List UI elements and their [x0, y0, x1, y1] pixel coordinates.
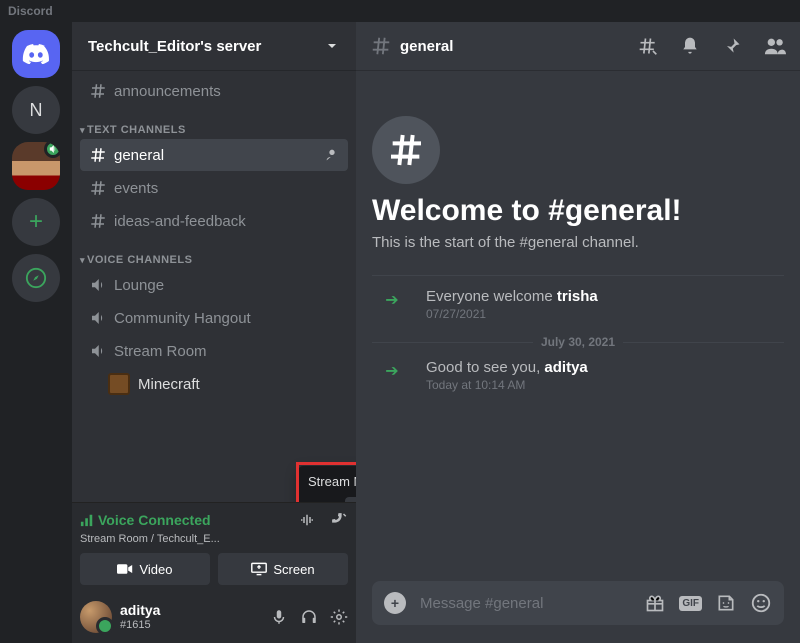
home-button[interactable]: [12, 30, 60, 78]
speaker-icon: [88, 342, 108, 360]
video-icon: [117, 563, 133, 575]
welcome-title: Welcome to #general!: [372, 194, 784, 228]
noise-suppression-button[interactable]: [298, 511, 316, 529]
hash-icon: [370, 35, 392, 57]
threads-icon: [638, 36, 658, 56]
voice-channel-lounge[interactable]: Lounge: [80, 269, 348, 301]
channel-announcements[interactable]: announcements: [80, 75, 348, 107]
hash-icon: [88, 212, 108, 230]
join-arrow-icon: ➔: [372, 288, 412, 310]
hash-icon: [88, 82, 108, 100]
mention-user[interactable]: trisha: [557, 288, 598, 305]
mute-button[interactable]: [270, 608, 288, 626]
speaker-icon: [88, 276, 108, 294]
emoji-icon: [750, 592, 772, 614]
hash-icon: [88, 179, 108, 197]
channel-sidebar: Techcult_Editor's server announcements ▾…: [72, 22, 356, 643]
speaking-badge-icon: [44, 142, 60, 158]
user-panel: aditya #1615: [72, 591, 356, 643]
screen-share-button[interactable]: Screen: [218, 553, 348, 585]
gift-icon: [645, 593, 665, 613]
server-rail: N +: [0, 22, 72, 643]
plus-icon: +: [391, 595, 399, 611]
chevron-down-icon: ▾: [80, 125, 85, 136]
channel-events[interactable]: events: [80, 172, 348, 204]
category-voice-channels[interactable]: ▾ VOICE CHANNELS: [72, 238, 356, 268]
members-icon: [764, 36, 786, 56]
timestamp: 07/27/2021: [426, 307, 598, 321]
speaker-icon: [88, 309, 108, 327]
chat-header: general: [356, 22, 800, 70]
explore-button[interactable]: [12, 254, 60, 302]
stream-game-button[interactable]: [345, 497, 356, 502]
members-button[interactable]: [764, 36, 786, 56]
join-arrow-icon: ➔: [372, 359, 412, 381]
add-server-button[interactable]: +: [12, 198, 60, 246]
date-divider: July 30, 2021: [372, 335, 784, 349]
video-button[interactable]: Video: [80, 553, 210, 585]
system-message: ➔ Everyone welcome trisha 07/27/2021: [372, 284, 784, 329]
pinned-button[interactable]: [722, 36, 742, 56]
message-list: Welcome to #general! This is the start o…: [356, 70, 800, 581]
gif-button[interactable]: GIF: [679, 596, 702, 611]
discord-logo-icon: [22, 44, 50, 64]
chevron-down-icon: [324, 38, 340, 54]
server-header[interactable]: Techcult_Editor's server: [72, 22, 356, 70]
gear-icon: [330, 608, 348, 626]
user-info[interactable]: aditya #1615: [120, 603, 262, 630]
user-avatar[interactable]: [80, 601, 112, 633]
mention-user[interactable]: aditya: [544, 359, 587, 376]
channel-general[interactable]: general: [80, 139, 348, 171]
system-message: ➔ Good to see you, aditya Today at 10:14…: [372, 355, 784, 400]
server-name: Techcult_Editor's server: [88, 38, 261, 55]
voice-channel-subtitle: Stream Room / Techcult_E...: [80, 533, 348, 545]
voice-status: Voice Connected: [80, 512, 211, 528]
voice-channel-stream-room[interactable]: Stream Room: [80, 335, 348, 367]
sticker-button[interactable]: [716, 593, 736, 613]
chevron-down-icon: ▾: [80, 255, 85, 266]
plus-icon: +: [29, 208, 43, 236]
welcome-subtitle: This is the start of the #general channe…: [372, 234, 784, 251]
timestamp: Today at 10:14 AM: [426, 378, 588, 392]
divider: [372, 275, 784, 276]
hash-icon: [386, 130, 426, 170]
notifications-button[interactable]: [680, 36, 700, 56]
channel-ideas-and-feedback[interactable]: ideas-and-feedback: [80, 205, 348, 237]
headphones-icon: [300, 608, 318, 626]
stream-popover-title: Stream Minecraft: [308, 474, 356, 489]
settings-button[interactable]: [330, 608, 348, 626]
app-title: Discord: [8, 4, 53, 18]
microphone-icon: [270, 608, 288, 626]
welcome-hash-badge: [372, 116, 440, 184]
message-composer: + GIF: [356, 581, 800, 643]
voice-channel-community-hangout[interactable]: Community Hangout: [80, 302, 348, 334]
threads-button[interactable]: [638, 36, 658, 56]
voice-user-minecraft[interactable]: Minecraft: [80, 368, 348, 400]
channel-list: announcements ▾ TEXT CHANNELS general ev…: [72, 70, 356, 502]
voice-connected-panel: Voice Connected Stream Room / Techcult_E…: [72, 502, 356, 591]
sticker-icon: [716, 593, 736, 613]
attach-button[interactable]: +: [384, 592, 406, 614]
compass-icon: [25, 267, 47, 289]
bell-icon: [680, 36, 700, 56]
emoji-button[interactable]: [750, 592, 772, 614]
minecraft-icon: [108, 373, 130, 395]
server-item-active[interactable]: [12, 142, 60, 190]
message-input[interactable]: [420, 595, 631, 612]
welcome-block: Welcome to #general! This is the start o…: [372, 116, 784, 267]
channel-title: general: [400, 38, 638, 55]
deafen-button[interactable]: [300, 608, 318, 626]
hash-icon: [88, 146, 108, 164]
stream-popover: Stream Minecraft: [298, 466, 356, 502]
gift-button[interactable]: [645, 593, 665, 613]
signal-icon: [80, 513, 94, 527]
category-text-channels[interactable]: ▾ TEXT CHANNELS: [72, 108, 356, 138]
pin-icon: [722, 36, 742, 56]
create-invite-icon[interactable]: [324, 147, 340, 163]
disconnect-button[interactable]: [330, 511, 348, 529]
server-item-n[interactable]: N: [12, 86, 60, 134]
screen-icon: [251, 562, 267, 576]
window-title-bar: Discord: [0, 0, 800, 22]
chat-main: general Welcome to #general! This is the…: [356, 22, 800, 643]
